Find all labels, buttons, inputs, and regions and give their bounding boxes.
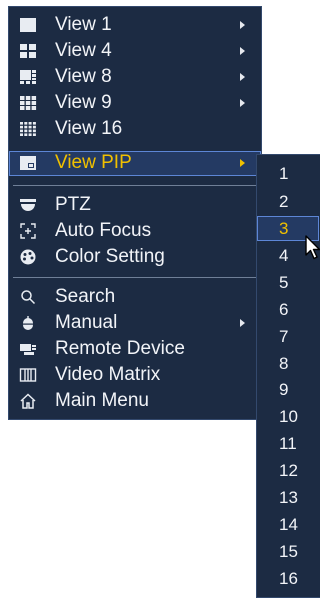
menu-item-ptz[interactable]: PTZ (9, 193, 261, 218)
submenu-item-10[interactable]: 10 (257, 404, 319, 429)
sixteen-view-icon (19, 120, 37, 138)
menu-separator (13, 185, 257, 186)
submenu-arrow-icon (240, 99, 245, 107)
menu-item-label: Color Setting (55, 246, 165, 267)
palette-icon (19, 248, 37, 266)
menu-item-video-matrix[interactable]: Video Matrix (9, 363, 261, 388)
menu-item-view-8[interactable]: View 8 (9, 65, 261, 90)
menu-item-label: Manual (55, 312, 118, 333)
submenu-arrow-icon (240, 319, 245, 327)
video-matrix-icon (19, 366, 37, 384)
menu-item-label: Remote Device (55, 338, 185, 359)
search-icon (19, 288, 37, 306)
remote-device-icon (19, 340, 37, 358)
submenu-item-9[interactable]: 9 (257, 377, 319, 402)
eight-view-icon (19, 68, 37, 86)
submenu-item-14[interactable]: 14 (257, 512, 319, 537)
submenu-item-8[interactable]: 8 (257, 351, 319, 376)
quad-view-icon (19, 42, 37, 60)
nine-view-icon (19, 94, 37, 112)
menu-item-label: Auto Focus (55, 220, 152, 241)
menu-item-color-setting[interactable]: Color Setting (9, 245, 261, 270)
submenu-item-12[interactable]: 12 (257, 458, 319, 483)
ptz-camera-icon (19, 196, 37, 214)
submenu-arrow-icon (240, 47, 245, 55)
menu-item-manual[interactable]: Manual (9, 311, 261, 336)
record-icon (19, 314, 37, 332)
menu-item-remote-device[interactable]: Remote Device (9, 337, 261, 362)
submenu-arrow-icon (240, 73, 245, 81)
submenu-arrow-icon (240, 159, 245, 167)
menu-item-auto-focus[interactable]: Auto Focus (9, 219, 261, 244)
menu-item-search[interactable]: Search (9, 285, 261, 310)
menu-item-view-9[interactable]: View 9 (9, 91, 261, 116)
submenu-item-6[interactable]: 6 (257, 297, 319, 322)
menu-item-label: Search (55, 286, 116, 307)
single-view-icon (19, 16, 37, 34)
menu-item-label: View 1 (55, 14, 112, 35)
menu-item-view-16[interactable]: View 16 (9, 117, 261, 142)
submenu-item-1[interactable]: 1 (257, 161, 319, 186)
submenu-item-7[interactable]: 7 (257, 324, 319, 349)
submenu-arrow-icon (240, 21, 245, 29)
menu-separator (13, 277, 257, 278)
menu-item-view-pip[interactable]: View PIP (9, 151, 261, 176)
menu-item-label: View 4 (55, 40, 112, 61)
submenu-item-15[interactable]: 15 (257, 539, 319, 564)
menu-item-label: View PIP (55, 152, 132, 173)
menu-item-label: View 8 (55, 66, 112, 87)
mouse-cursor-icon (305, 235, 320, 260)
menu-item-view-4[interactable]: View 4 (9, 39, 261, 64)
menu-item-label: Main Menu (55, 390, 149, 411)
submenu-item-13[interactable]: 13 (257, 485, 319, 510)
home-icon (19, 392, 37, 410)
context-menu: View 1 View 4 View 8 View 9 View 16 View… (8, 6, 262, 420)
pip-view-icon (19, 154, 37, 172)
nvr-screen: View 1 View 4 View 8 View 9 View 16 View… (0, 0, 320, 598)
menu-item-view-1[interactable]: View 1 (9, 13, 261, 38)
submenu-item-5[interactable]: 5 (257, 270, 319, 295)
menu-item-label: PTZ (55, 194, 91, 215)
auto-focus-icon (19, 222, 37, 240)
menu-item-label: Video Matrix (55, 364, 161, 385)
submenu-item-16[interactable]: 16 (257, 566, 319, 591)
submenu-item-11[interactable]: 11 (257, 431, 319, 456)
pip-submenu: 1 2 3 4 5 6 7 8 9 10 11 12 13 14 15 16 (256, 154, 320, 598)
submenu-item-2[interactable]: 2 (257, 189, 319, 214)
menu-item-label: View 16 (55, 118, 123, 139)
menu-item-main-menu[interactable]: Main Menu (9, 389, 261, 414)
menu-item-label: View 9 (55, 92, 112, 113)
